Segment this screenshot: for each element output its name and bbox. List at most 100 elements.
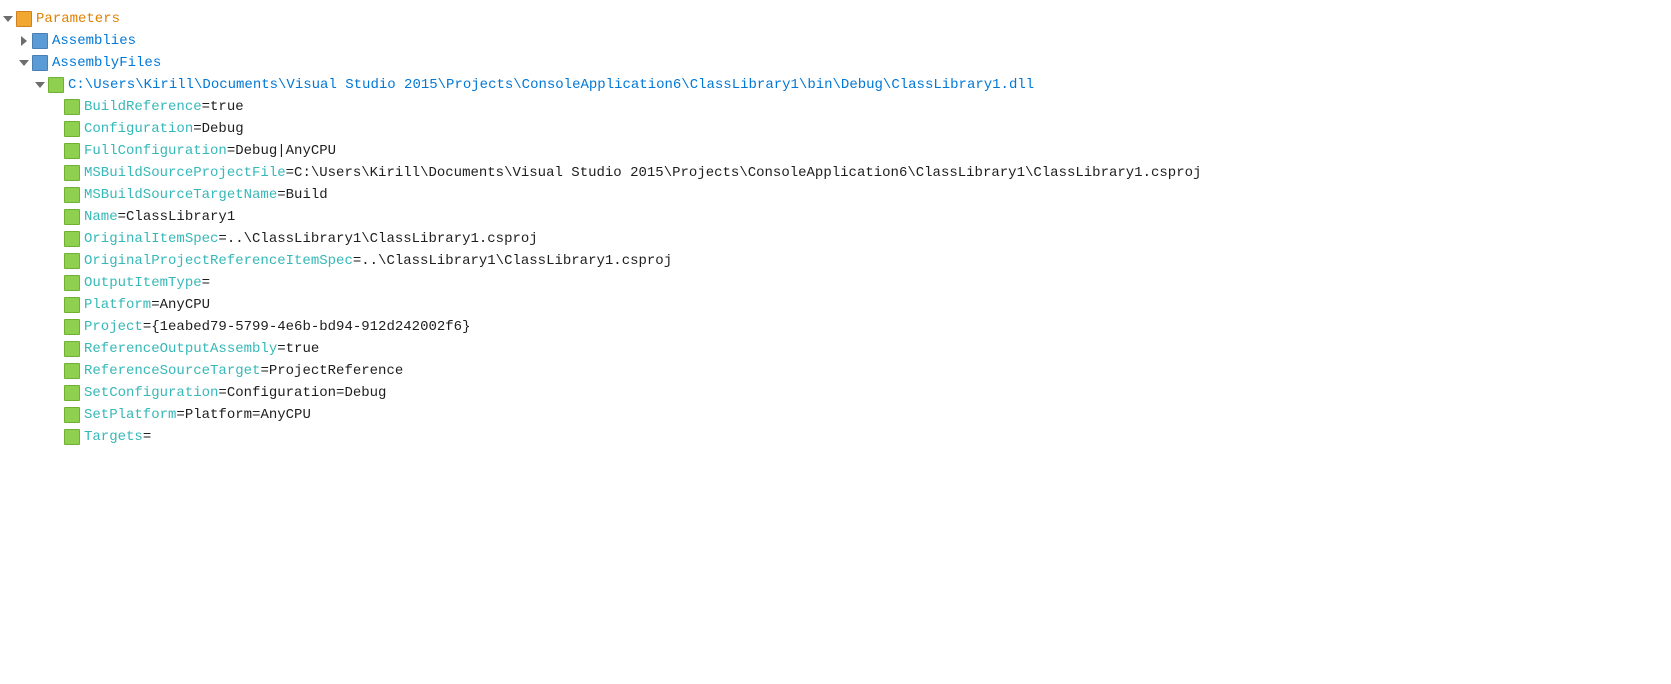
expand-button <box>48 407 64 423</box>
expand-button <box>48 363 64 379</box>
property-name: ReferenceOutputAssembly <box>84 341 277 357</box>
tree-row: ReferenceOutputAssembly = true <box>0 338 1671 360</box>
tree-row: MSBuildSourceProjectFile = C:\Users\Kiri… <box>0 162 1671 184</box>
property-separator: = <box>227 143 235 159</box>
property-name: BuildReference <box>84 99 202 115</box>
node-icon <box>64 231 80 247</box>
property-value: ..\ClassLibrary1\ClassLibrary1.csproj <box>227 231 538 247</box>
node-icon <box>64 297 80 313</box>
expand-button[interactable] <box>16 33 32 49</box>
property-separator: = <box>218 385 226 401</box>
property-value: AnyCPU <box>160 297 210 313</box>
node-icon <box>64 121 80 137</box>
property-value: {1eabed79-5799-4e6b-bd94-912d242002f6} <box>151 319 470 335</box>
node-label: AssemblyFiles <box>52 55 161 71</box>
property-separator: = <box>277 187 285 203</box>
node-icon <box>64 319 80 335</box>
expand-button <box>48 187 64 203</box>
node-icon <box>64 209 80 225</box>
tree-row: BuildReference = true <box>0 96 1671 118</box>
property-name: Platform <box>84 297 151 313</box>
property-name: Targets <box>84 429 143 445</box>
expand-button <box>48 121 64 137</box>
tree-row: AssemblyFiles <box>0 52 1671 74</box>
tree-row: SetPlatform = Platform=AnyCPU <box>0 404 1671 426</box>
expand-button <box>48 297 64 313</box>
property-value: Configuration=Debug <box>227 385 387 401</box>
node-path-label: C:\Users\Kirill\Documents\Visual Studio … <box>68 77 1034 93</box>
property-separator: = <box>202 99 210 115</box>
property-name: SetConfiguration <box>84 385 218 401</box>
node-icon <box>64 187 80 203</box>
property-separator: = <box>218 231 226 247</box>
property-name: OriginalProjectReferenceItemSpec <box>84 253 353 269</box>
property-value: Platform=AnyCPU <box>185 407 311 423</box>
property-name: FullConfiguration <box>84 143 227 159</box>
property-name: Name <box>84 209 118 225</box>
property-value: C:\Users\Kirill\Documents\Visual Studio … <box>294 165 1201 181</box>
property-separator: = <box>353 253 361 269</box>
node-icon <box>64 385 80 401</box>
node-icon <box>64 253 80 269</box>
property-value: Debug|AnyCPU <box>235 143 336 159</box>
property-separator: = <box>277 341 285 357</box>
node-icon <box>64 143 80 159</box>
node-icon <box>64 363 80 379</box>
node-icon <box>32 55 48 71</box>
node-icon <box>64 99 80 115</box>
tree-row: OutputItemType = <box>0 272 1671 294</box>
tree-container: Parameters Assemblies AssemblyFiles C:\User… <box>0 0 1671 456</box>
property-value: Debug <box>202 121 244 137</box>
property-separator: = <box>286 165 294 181</box>
tree-row: Platform = AnyCPU <box>0 294 1671 316</box>
expand-button <box>48 275 64 291</box>
node-icon <box>64 407 80 423</box>
property-separator: = <box>118 209 126 225</box>
property-value: true <box>210 99 244 115</box>
node-icon <box>48 77 64 93</box>
property-separator: = <box>176 407 184 423</box>
property-separator: = <box>143 319 151 335</box>
expand-button <box>48 209 64 225</box>
expand-button[interactable] <box>16 55 32 71</box>
property-name: Configuration <box>84 121 193 137</box>
node-icon <box>64 429 80 445</box>
expand-button <box>48 231 64 247</box>
tree-row: C:\Users\Kirill\Documents\Visual Studio … <box>0 74 1671 96</box>
expand-button[interactable] <box>32 77 48 93</box>
node-icon <box>64 341 80 357</box>
expand-button <box>48 143 64 159</box>
expand-button <box>48 429 64 445</box>
tree-row: FullConfiguration = Debug|AnyCPU <box>0 140 1671 162</box>
property-name: OutputItemType <box>84 275 202 291</box>
expand-button <box>48 385 64 401</box>
tree-row: MSBuildSourceTargetName = Build <box>0 184 1671 206</box>
property-name: ReferenceSourceTarget <box>84 363 260 379</box>
tree-row: Name = ClassLibrary1 <box>0 206 1671 228</box>
expand-button <box>48 99 64 115</box>
tree-row: Parameters <box>0 8 1671 30</box>
expand-button <box>48 253 64 269</box>
property-value: ..\ClassLibrary1\ClassLibrary1.csproj <box>361 253 672 269</box>
property-separator: = <box>143 429 151 445</box>
collapsed-arrow-icon <box>21 36 27 46</box>
property-separator: = <box>260 363 268 379</box>
property-value: ProjectReference <box>269 363 403 379</box>
node-icon <box>64 275 80 291</box>
property-value: true <box>286 341 320 357</box>
expand-button <box>48 165 64 181</box>
node-icon <box>32 33 48 49</box>
expanded-arrow-icon <box>19 60 29 66</box>
property-name: Project <box>84 319 143 335</box>
property-name: OriginalItemSpec <box>84 231 218 247</box>
property-value: ClassLibrary1 <box>126 209 235 225</box>
property-name: SetPlatform <box>84 407 176 423</box>
node-label: Assemblies <box>52 33 136 49</box>
property-separator: = <box>202 275 210 291</box>
expanded-arrow-icon <box>3 16 13 22</box>
tree-row: Project = {1eabed79-5799-4e6b-bd94-912d2… <box>0 316 1671 338</box>
expand-button[interactable] <box>0 11 16 27</box>
tree-row: OriginalProjectReferenceItemSpec = ..\Cl… <box>0 250 1671 272</box>
node-icon <box>64 165 80 181</box>
expanded-arrow-icon <box>35 82 45 88</box>
